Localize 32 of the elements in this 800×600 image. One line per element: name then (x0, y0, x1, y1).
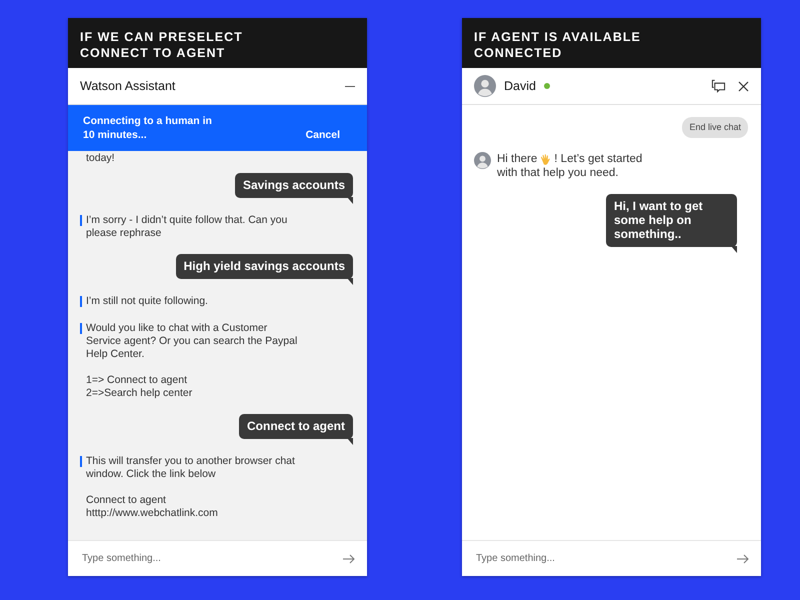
message-input[interactable]: Type something... (80, 552, 343, 565)
user-message: Savings accounts (234, 173, 353, 204)
message-input[interactable]: Type something... (474, 552, 737, 565)
send-arrow-icon[interactable] (737, 554, 749, 564)
banner-text: Connecting to a human in 10 minutes... (83, 114, 212, 142)
user-message: Connect to agent (239, 414, 353, 445)
message-marker (80, 456, 82, 467)
chat-title: Watson Assistant (80, 79, 176, 93)
panel-heading: IF AGENT IS AVAILABLE CONNECTED (462, 18, 761, 68)
agent-message: with that help you need. (497, 166, 620, 180)
bot-message: I’m still not quite following. (86, 295, 208, 308)
agent-message: Hi there (497, 152, 538, 166)
send-arrow-icon[interactable] (343, 554, 355, 564)
close-icon[interactable] (738, 80, 749, 92)
avatar-icon (474, 75, 496, 97)
waving-hand-icon (539, 152, 552, 166)
user-message: High yield savings accounts (176, 254, 353, 285)
end-live-chat-button[interactable]: End live chat (682, 117, 748, 138)
bot-message: This will transfer you to another browser chat window. Click the link below Connect to agent htttp://www.webchatlink.com (86, 455, 296, 520)
message-marker (80, 215, 82, 226)
agent-message: ! Let’s get started (554, 152, 642, 166)
cancel-button[interactable]: Cancel (306, 128, 340, 142)
message-marker (80, 323, 82, 334)
panel-heading: IF WE CAN PRESELECT CONNECT TO AGENT (68, 18, 367, 68)
user-message: Hi, I want to get some help on something.. (606, 194, 737, 253)
avatar-icon (474, 152, 491, 169)
chat-windows-icon[interactable] (711, 79, 726, 93)
bot-message: I’m sorry - I didn’t quite follow that. Can you please rephrase (86, 214, 288, 240)
bot-message: Would you like to chat with a Customer Service agent? Or you can search the Paypal Help Center. 1=> Connect to agent 2=>Search help center (86, 322, 298, 400)
message-text: today! (85, 152, 116, 165)
agent-name: David (504, 79, 536, 93)
message-marker (80, 296, 82, 307)
